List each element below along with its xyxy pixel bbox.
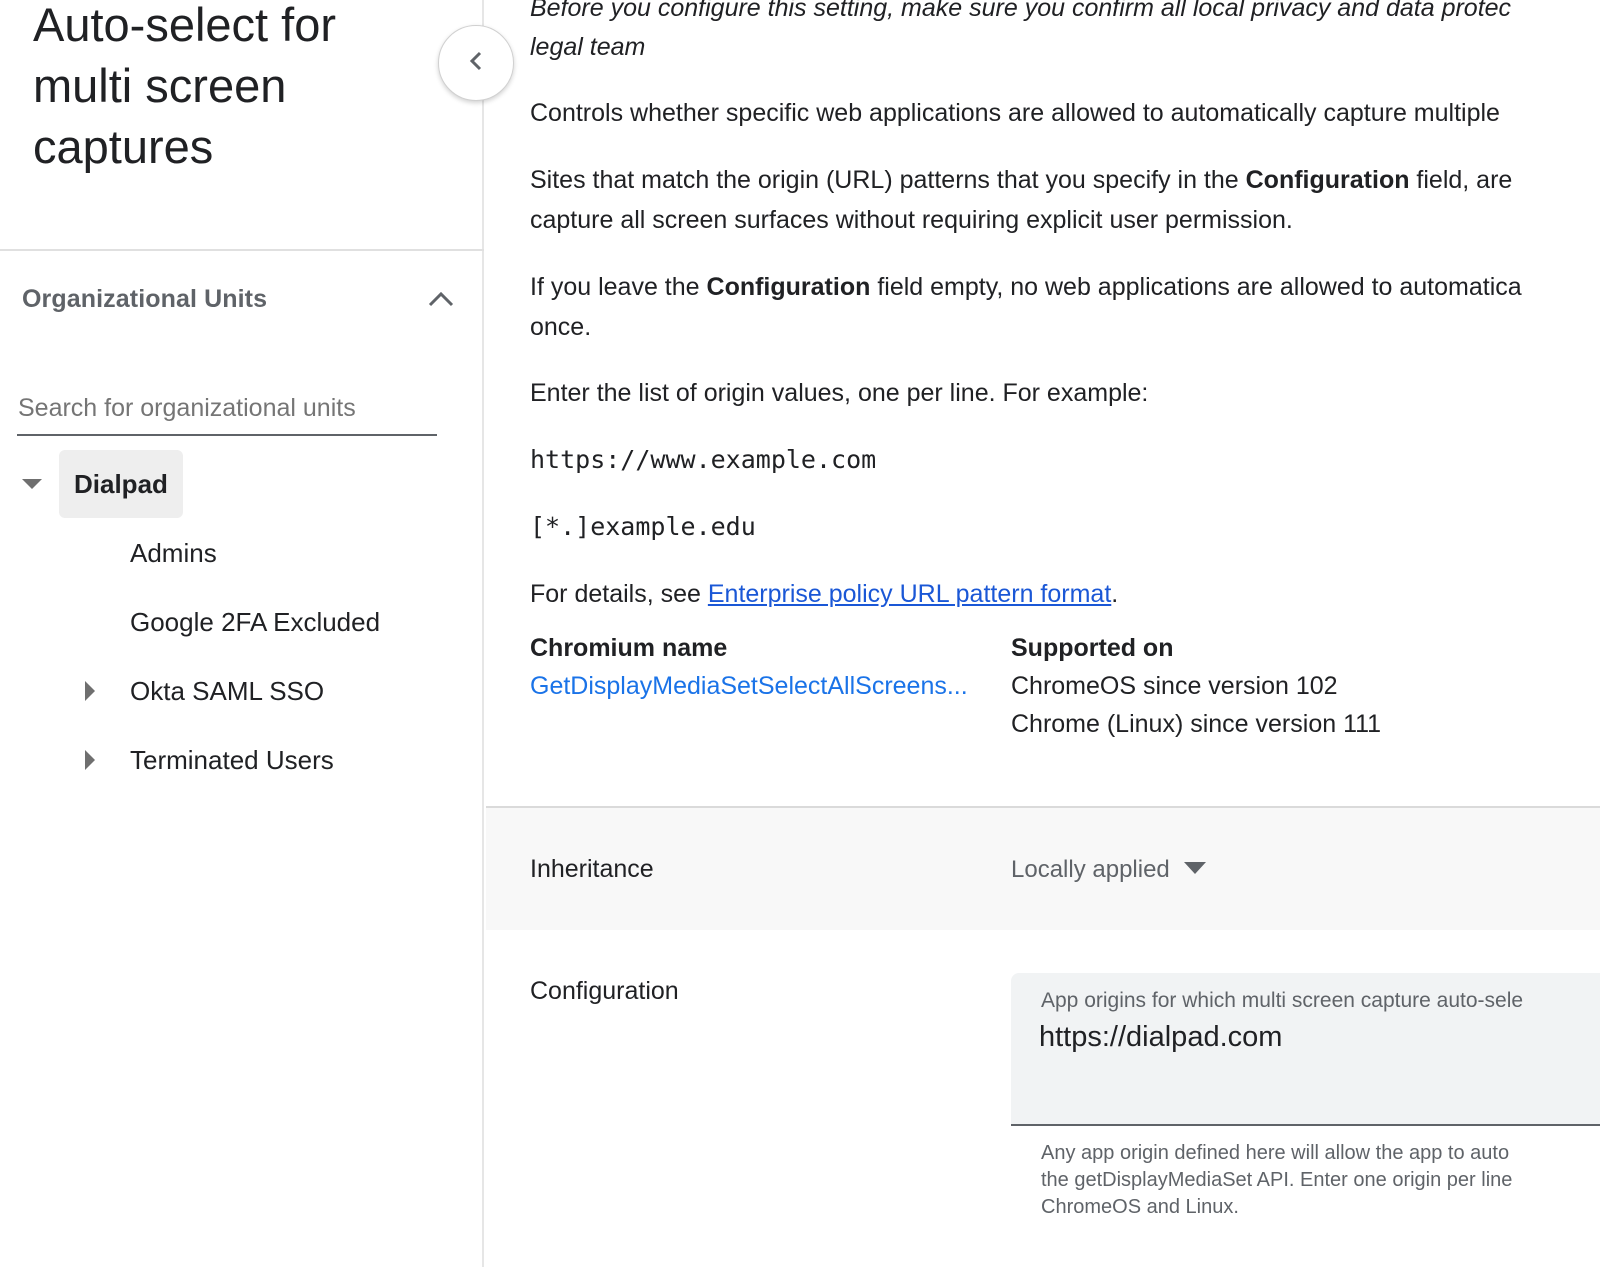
- org-units-search-input[interactable]: [17, 382, 437, 436]
- tree-item-okta-saml-sso[interactable]: Okta SAML SSO: [0, 657, 484, 725]
- empty-config-paragraph-line-2: once.: [530, 313, 592, 341]
- example-origin-1: https://www.example.com: [530, 445, 877, 474]
- chevron-up-icon[interactable]: [426, 284, 456, 314]
- tree-item-label[interactable]: Admins: [130, 519, 217, 587]
- tree-item-label[interactable]: Dialpad: [59, 450, 183, 518]
- configuration-textarea[interactable]: [1039, 1019, 1600, 1109]
- tree-item-google-2fa-excluded[interactable]: Google 2FA Excluded: [0, 588, 484, 656]
- tree-item-terminated-users[interactable]: Terminated Users: [0, 726, 484, 794]
- text: Sites that match the origin (URL) patter…: [530, 166, 1246, 194]
- org-units-header-label: Organizational Units: [22, 284, 268, 313]
- text: If you leave the: [530, 273, 707, 301]
- help-line: Any app origin defined here will allow t…: [1041, 1142, 1510, 1164]
- policy-description: Controls whether specific web applicatio…: [530, 99, 1500, 127]
- bold-text: Configuration: [1245, 166, 1410, 194]
- chromium-name-header: Chromium name: [530, 634, 728, 662]
- tree-item-dialpad[interactable]: Dialpad: [0, 450, 484, 518]
- privacy-warning-line-1: Before you configure this setting, make …: [530, 0, 1512, 22]
- empty-config-paragraph-line-1: If you leave the Configuration field emp…: [530, 267, 1600, 307]
- tree-item-admins[interactable]: Admins: [0, 519, 484, 587]
- caret-right-icon[interactable]: [78, 748, 102, 772]
- help-line: ChromeOS and Linux.: [1041, 1196, 1239, 1218]
- tree-item-label[interactable]: Okta SAML SSO: [130, 657, 324, 725]
- configuration-field-label: App origins for which multi screen captu…: [1041, 989, 1524, 1012]
- caret-right-icon[interactable]: [78, 679, 102, 703]
- text: field empty, no web applications are all…: [870, 273, 1522, 301]
- sites-paragraph-line-1: Sites that match the origin (URL) patter…: [530, 160, 1600, 200]
- text: field, are: [1409, 166, 1513, 194]
- inheritance-label: Inheritance: [530, 855, 654, 883]
- text: For details, see: [530, 580, 708, 608]
- bold-text: Configuration: [706, 273, 871, 301]
- help-line: the getDisplayMediaSet API. Enter one or…: [1041, 1169, 1513, 1191]
- supported-on-header: Supported on: [1011, 634, 1174, 662]
- supported-on-chromeos: ChromeOS since version 102: [1011, 672, 1338, 700]
- sites-paragraph-line-2: capture all screen surfaces without requ…: [530, 206, 1293, 234]
- configuration-textarea-field[interactable]: App origins for which multi screen captu…: [1011, 973, 1600, 1126]
- url-pattern-format-link[interactable]: Enterprise policy URL pattern format: [708, 580, 1111, 608]
- policy-settings-page: Auto-select for multi screen captures Or…: [0, 0, 1600, 1267]
- divider: [0, 249, 484, 251]
- inheritance-selected-value: Locally applied: [1011, 856, 1170, 883]
- privacy-warning-line-2: legal team: [530, 33, 646, 61]
- org-units-header[interactable]: Organizational Units: [22, 282, 462, 316]
- tree-item-label[interactable]: Terminated Users: [130, 726, 334, 794]
- caret-down-icon[interactable]: [20, 472, 44, 496]
- chevron-left-icon: [469, 50, 483, 77]
- dropdown-arrow-icon: [1183, 861, 1206, 879]
- collapse-panel-button[interactable]: [438, 25, 514, 101]
- supported-on-linux: Chrome (Linux) since version 111: [1011, 710, 1382, 738]
- left-panel: Auto-select for multi screen captures Or…: [0, 0, 484, 1267]
- policy-details-panel: Before you configure this setting, make …: [486, 0, 1600, 1267]
- details-paragraph: For details, see Enterprise policy URL p…: [530, 574, 1600, 614]
- inheritance-dropdown[interactable]: Locally applied: [1011, 852, 1206, 888]
- setting-title: Auto-select for multi screen captures: [33, 0, 337, 173]
- configuration-help-text: Any app origin defined here will allow t…: [1041, 1140, 1600, 1221]
- tree-item-label[interactable]: Google 2FA Excluded: [130, 588, 380, 656]
- example-origin-2: [*.]example.edu: [530, 512, 756, 541]
- enter-origins-instruction: Enter the list of origin values, one per…: [530, 379, 1149, 407]
- text: .: [1111, 580, 1119, 608]
- configuration-label: Configuration: [530, 977, 679, 1005]
- chromium-name-link[interactable]: GetDisplayMediaSetSelectAllScreens...: [530, 672, 968, 701]
